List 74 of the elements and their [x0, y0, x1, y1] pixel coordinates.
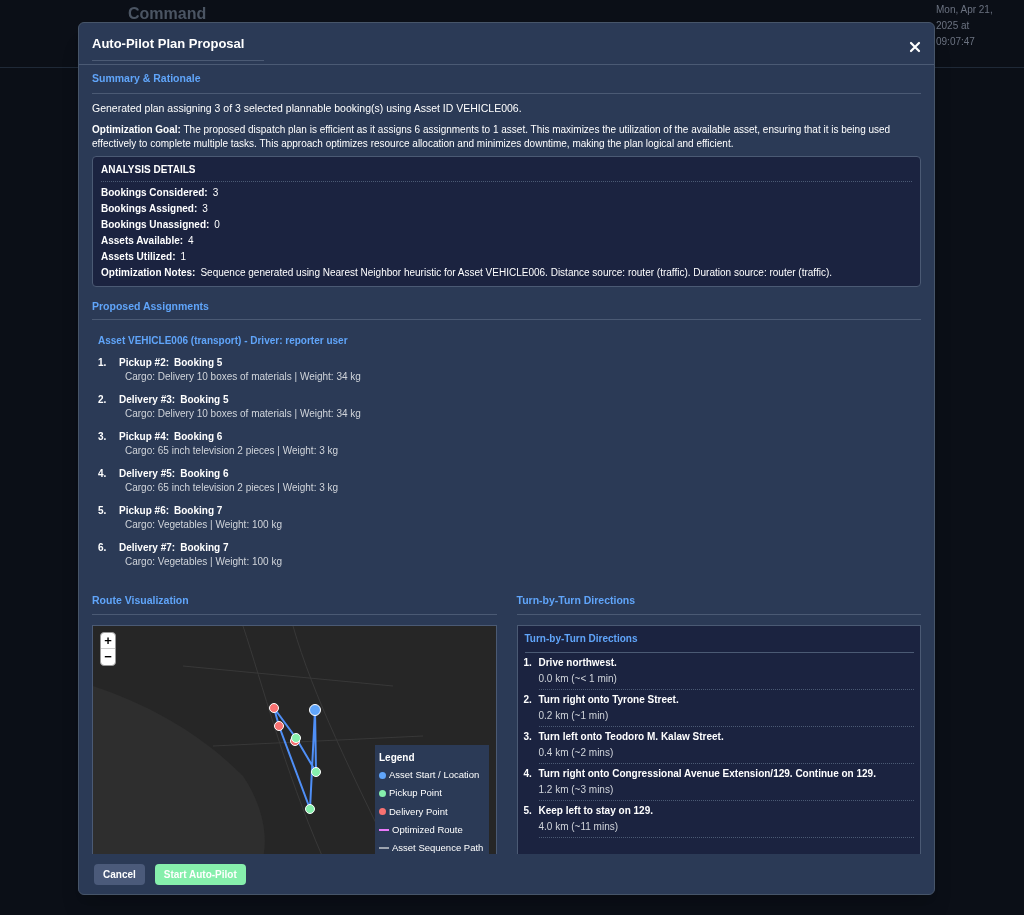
cancel-button[interactable]: Cancel: [94, 863, 145, 885]
cargo-details: Cargo: Vegetables | Weight: 100 kg: [125, 555, 283, 570]
item-number: 2.: [98, 393, 108, 408]
legend-label: Delivery Point: [389, 804, 448, 819]
booking-name: Booking 5: [180, 393, 229, 408]
item-number: 3.: [98, 430, 108, 445]
asset-heading: Asset VEHICLE006 (transport) - Driver: reporter user: [98, 334, 349, 349]
app-title: Command: [128, 4, 207, 24]
step-number: 5.: [523, 804, 533, 818]
step-distance: 0.4 km (~2 mins): [538, 746, 914, 764]
step-instruction: Turn right onto Tyrone Street.: [538, 693, 679, 707]
section-heading: Route Visualization: [92, 593, 497, 615]
row-label: Bookings Unassigned:: [101, 217, 210, 232]
step-distance: 0.2 km (~1 min): [538, 709, 914, 727]
stop-label: Pickup #4:: [119, 430, 170, 445]
cargo-details: Cargo: Vegetables | Weight: 100 kg: [125, 518, 283, 533]
zoom-out-button[interactable]: −: [101, 649, 115, 665]
row-label: Bookings Assigned:: [101, 201, 198, 216]
booking-name: Booking 6: [174, 430, 223, 445]
legend-label: Optimized Route: [392, 822, 463, 837]
item-number: 1.: [98, 356, 108, 371]
legend-title: Legend: [379, 751, 416, 765]
item-number: 6.: [98, 541, 108, 556]
row-value: 3: [202, 201, 208, 216]
stop-label: Delivery #5:: [119, 467, 176, 482]
cargo-details: Cargo: 65 inch television 2 pieces | Weight: 3 kg: [125, 481, 340, 496]
close-icon[interactable]: [909, 40, 921, 53]
item-number: 5.: [98, 504, 108, 519]
summary-text: Generated plan assigning 3 of 3 selected plannable booking(s) using Asset ID VEHICLE006.: [92, 100, 523, 116]
stop-label: Delivery #3:: [119, 393, 176, 408]
dialog-title: Auto-Pilot Plan Proposal: [92, 34, 265, 61]
cargo-details: Cargo: 65 inch television 2 pieces | Weight: 3 kg: [125, 444, 340, 459]
item-number: 4.: [98, 467, 108, 482]
step-distance: 4.0 km (~11 mins): [538, 820, 914, 838]
booking-name: Booking 5: [174, 356, 223, 371]
section-heading: Proposed Assignments: [92, 298, 921, 321]
stop-label: Pickup #6:: [119, 504, 170, 519]
step-instruction: Drive northwest.: [538, 656, 617, 670]
step-distance: 1.2 km (~3 mins): [538, 783, 914, 801]
step-number: 4.: [523, 767, 533, 781]
step-number: 1.: [523, 656, 533, 670]
zoom-in-button[interactable]: +: [101, 633, 115, 649]
row-value: Sequence generated using Nearest Neighbor heuristic for Asset VEHICLE006. Distance source: router (traffic). Duration source: router (traffic).: [200, 265, 833, 280]
date-time: Mon, Apr 21, 2025 at 09:07:47: [936, 3, 994, 49]
step-number: 2.: [523, 693, 533, 707]
panel-heading: Turn-by-Turn Directions: [524, 631, 914, 653]
stop-label: Delivery #7:: [119, 541, 176, 556]
row-label: Assets Utilized:: [101, 249, 176, 264]
legend-label: Asset Start / Location: [389, 768, 480, 782]
step-number: 3.: [523, 730, 533, 744]
row-value: 1: [180, 249, 187, 264]
row-label: Optimization Notes:: [101, 265, 196, 280]
row-value: 3: [212, 185, 219, 200]
section-heading: Summary & Rationale: [92, 71, 921, 94]
step-instruction: Turn left onto Teodoro M. Kalaw Street.: [538, 730, 724, 744]
row-label: Assets Available:: [101, 233, 184, 248]
optimization-goal: Optimization Goal: The proposed dispatch plan is efficient as it assigns 6 assignments to 1 asset. This maximizes the utilization of the available asset, ensuring that it is being used effectively to complete multiple tasks. This approach optimizes resource allocation and minimizes downtime, making the plan logical and efficient.: [92, 122, 892, 151]
step-instruction: Keep left to stay on 129.: [538, 804, 653, 818]
cargo-details: Cargo: Delivery 10 boxes of materials | Weight: 34 kg: [125, 370, 362, 385]
row-value: 4: [188, 233, 194, 248]
stop-label: Pickup #2:: [119, 356, 170, 371]
row-value: 0: [214, 217, 220, 232]
panel-heading: ANALYSIS DETAILS: [101, 161, 912, 182]
row-label: Bookings Considered:: [101, 185, 208, 200]
section-heading: Turn-by-Turn Directions: [516, 593, 921, 615]
legend-label: Asset Sequence Path: [392, 841, 484, 854]
step-instruction: Turn right onto Congressional Avenue Extension/129. Continue on 129.: [538, 767, 876, 781]
booking-name: Booking 6: [180, 467, 229, 482]
booking-name: Booking 7: [180, 541, 229, 556]
legend-label: Pickup Point: [389, 786, 442, 801]
booking-name: Booking 7: [174, 504, 223, 519]
map[interactable]: + − Legend Asset Start / Location Pickup Point Delivery Point Optimized Route Asset Sequence Path: [92, 625, 497, 854]
cargo-details: Cargo: Delivery 10 boxes of materials | Weight: 34 kg: [125, 407, 362, 422]
step-distance: 0.0 km (~< 1 min): [538, 672, 914, 690]
